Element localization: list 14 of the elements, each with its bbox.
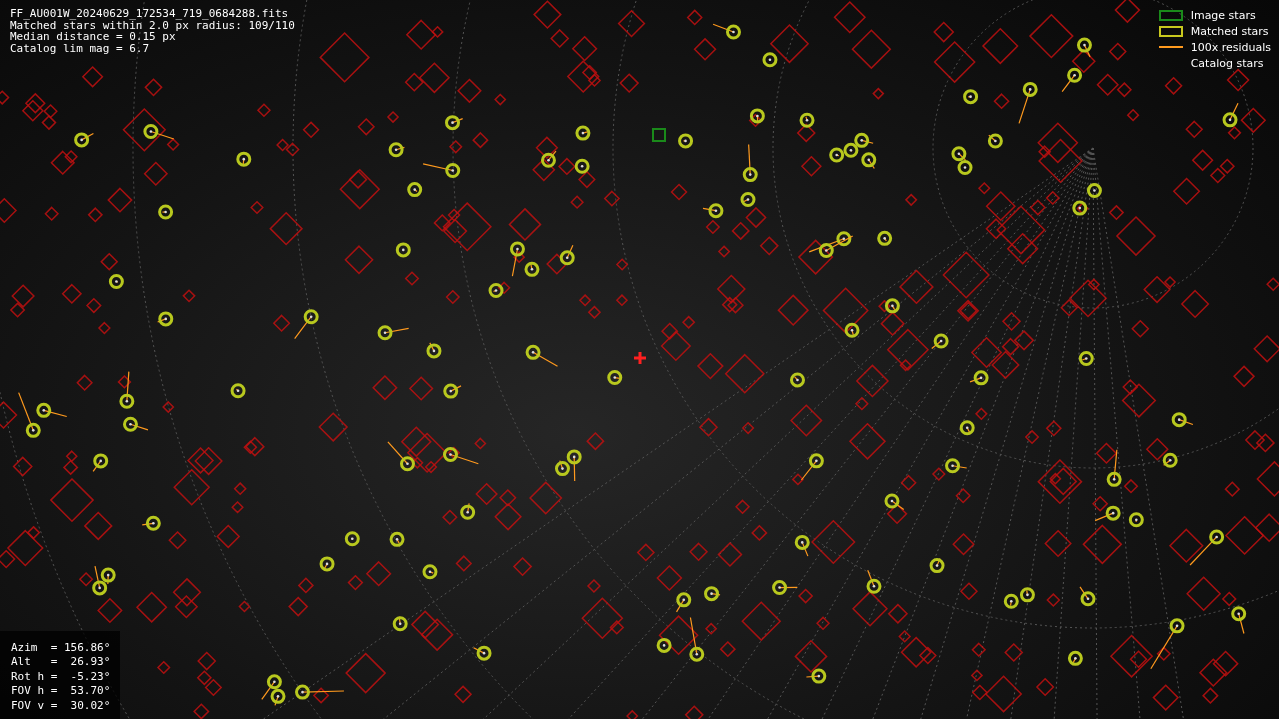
header-text: FF_AU001W_20240629_172534_719_0684288.fits	[10, 8, 290, 20]
legend-label: Catalog stars	[1190, 56, 1264, 70]
pointing-text: Azim = 156.86°	[11, 640, 111, 655]
pointing-text: FOV v = 30.02°	[11, 698, 111, 713]
header-text: Matched stars within 2.0 px radius: 109/110	[10, 19, 295, 31]
header-text: Median distance = 0.15 px	[10, 31, 176, 43]
legend-label: Matched stars	[1190, 24, 1269, 38]
cross-icon	[634, 352, 646, 364]
header-text: Catalog lim mag = 6.7	[10, 42, 151, 54]
pointing-text: Alt = 26.93°	[11, 655, 111, 670]
pointing-text: FOV h = 53.70°	[11, 684, 111, 699]
pointing-text: Rot h = -5.23°	[11, 669, 111, 684]
legend-label: Image stars	[1190, 8, 1256, 22]
legend-label: 100x residuals	[1190, 40, 1271, 54]
